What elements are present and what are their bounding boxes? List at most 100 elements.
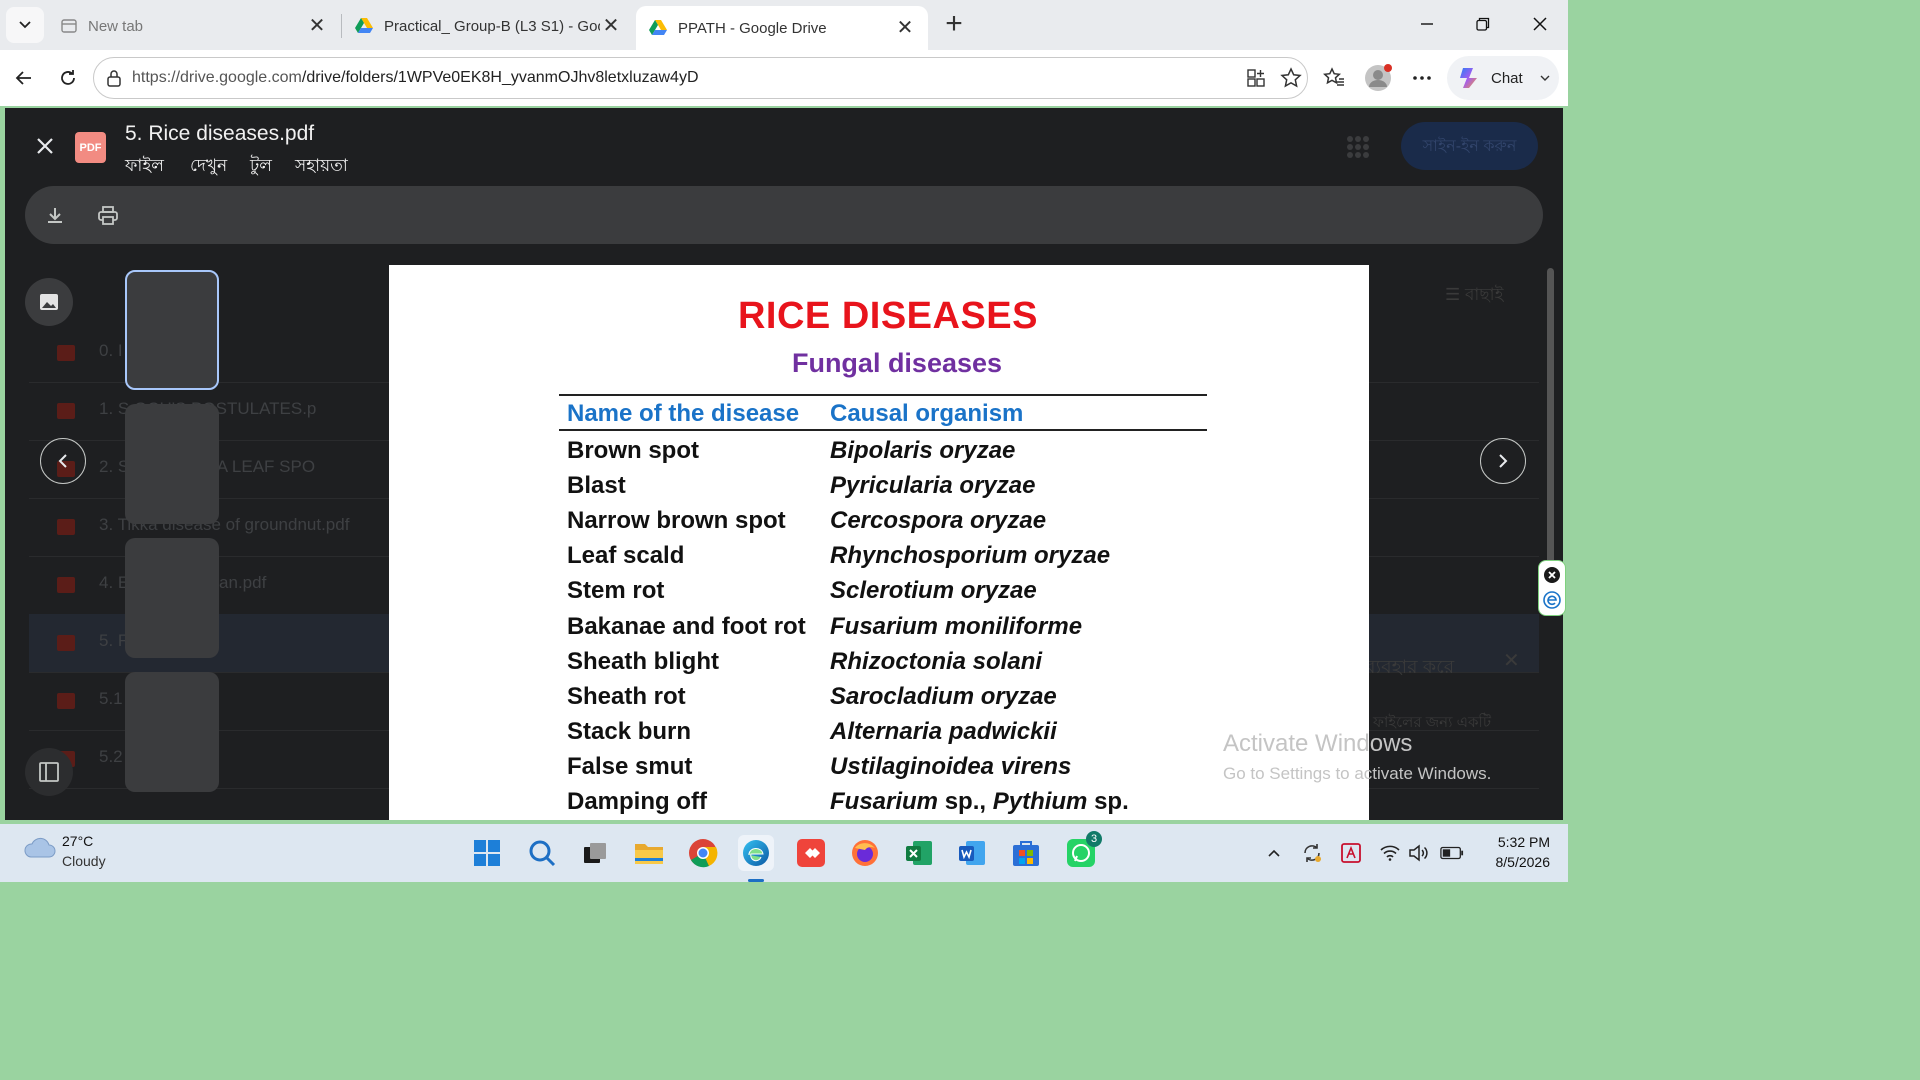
volume-button[interactable] <box>1407 841 1431 865</box>
restore-icon <box>1476 17 1490 31</box>
battery-button[interactable] <box>1440 841 1464 865</box>
task-view-icon <box>584 843 606 863</box>
pdf-file-icon <box>57 693 75 709</box>
file-explorer-button[interactable] <box>631 835 667 871</box>
notice-close-icon[interactable]: ✕ <box>1503 648 1520 673</box>
battery-icon <box>1440 846 1464 860</box>
favorites-button[interactable] <box>1318 62 1350 94</box>
watermark-text: Go to Settings to activate Windows. <box>1223 764 1492 783</box>
close-icon <box>37 138 53 154</box>
print-button[interactable] <box>96 204 120 228</box>
page-thumbnail-2[interactable] <box>125 404 219 524</box>
causal-organism: Rhynchosporium oryzae <box>830 542 1111 569</box>
remote-desktop-icon <box>797 839 825 867</box>
close-icon <box>1533 17 1547 31</box>
whatsapp-button[interactable]: 3 <box>1063 831 1102 871</box>
table-header-rule <box>559 429 1207 431</box>
previous-page-button[interactable] <box>40 438 86 484</box>
page-thumbnail-1[interactable] <box>125 270 219 390</box>
tab-search-button[interactable] <box>6 7 44 43</box>
firefox-button[interactable] <box>847 835 883 871</box>
toggle-thumbnails-button[interactable] <box>25 748 73 796</box>
page-thumbnail-3[interactable] <box>125 538 219 658</box>
refresh-button[interactable] <box>52 62 84 94</box>
sort-button[interactable]: ☰ বাছাই <box>1445 282 1503 310</box>
weather-temperature: 27°C <box>62 833 94 849</box>
close-tab-icon[interactable]: ✕ <box>600 16 622 36</box>
restore-button[interactable] <box>1463 10 1503 40</box>
image-icon <box>40 294 58 310</box>
excel-button[interactable] <box>901 835 937 871</box>
chrome-button[interactable] <box>685 835 721 871</box>
menu-file[interactable]: ফাইল <box>125 153 164 181</box>
tab-new-tab[interactable]: New tab ✕ <box>48 6 340 46</box>
activation-watermark: Activate Windows Go to Settings to activ… <box>1223 730 1491 784</box>
close-tab-icon[interactable]: ✕ <box>306 16 328 36</box>
favorites-star-icon <box>1323 67 1344 86</box>
app-grid-icon <box>1247 69 1265 87</box>
signin-button[interactable]: সাইন-ইন করুন <box>1401 122 1538 170</box>
pdf-reader-tray-button[interactable] <box>1339 841 1363 865</box>
slide-subtitle: Fungal diseases <box>791 348 1003 378</box>
download-button[interactable] <box>43 204 67 228</box>
back-button[interactable] <box>8 62 40 94</box>
causal-organism: Bipolaris oryzae <box>830 437 1016 464</box>
close-circle-icon[interactable] <box>1543 566 1561 584</box>
profile-button[interactable] <box>1362 62 1394 94</box>
image-view-button[interactable] <box>25 278 73 326</box>
notice-title: ব্যবহার করে <box>1365 657 1455 678</box>
column-header-disease: Name of the disease <box>567 400 800 427</box>
disease-name: Sheath blight <box>567 648 719 675</box>
favorite-button[interactable] <box>1275 62 1307 94</box>
edge-button[interactable] <box>738 835 774 882</box>
store-button[interactable] <box>1008 835 1044 871</box>
apps-grid-icon[interactable] <box>1347 136 1369 158</box>
side-panel-icon <box>39 762 59 782</box>
task-view-button[interactable] <box>577 835 613 871</box>
disease-name: Bakanae and foot rot <box>567 613 806 640</box>
disease-name: Blast <box>567 472 626 499</box>
close-tab-icon[interactable]: ✕ <box>894 18 916 38</box>
menu-help[interactable]: সহায়তা <box>295 153 348 181</box>
menu-view[interactable]: দেখুন <box>190 153 227 181</box>
more-menu-button[interactable] <box>1406 62 1438 94</box>
clock-time[interactable]: 5:32 PM <box>1470 834 1550 850</box>
pdf-viewer: 0. I 1. S OCH'S POSTULATES.p 2. S LTERNA… <box>5 108 1563 820</box>
close-viewer-button[interactable] <box>31 132 59 160</box>
download-icon <box>48 208 62 223</box>
edge-logo-icon[interactable] <box>1543 591 1561 609</box>
copilot-chat-button[interactable]: Chat <box>1447 56 1559 100</box>
wifi-button[interactable] <box>1378 841 1402 865</box>
tab-ppath-drive[interactable]: PPATH - Google Drive ✕ <box>636 6 928 50</box>
sync-tray-button[interactable] <box>1300 841 1324 865</box>
disease-name: Stack burn <box>567 718 692 745</box>
minimize-button[interactable] <box>1407 10 1447 40</box>
tab-practical-group[interactable]: Practical_ Group-B (L3 S1) - Google ✕ <box>342 6 634 46</box>
chevron-up-icon <box>1268 849 1280 857</box>
app-available-button[interactable] <box>1240 62 1272 94</box>
show-hidden-icons-button[interactable] <box>1262 841 1286 865</box>
pdf-file-icon <box>57 519 75 535</box>
anydesk-button[interactable] <box>793 835 829 871</box>
word-button[interactable] <box>954 835 990 871</box>
menu-tools[interactable]: টুল <box>250 153 272 181</box>
causal-organism: Sarocladium oryzae <box>830 683 1057 710</box>
address-bar[interactable]: https://drive.google.com/drive/folders/1… <box>93 57 1308 99</box>
start-button[interactable] <box>469 835 505 871</box>
cloud-icon[interactable] <box>22 833 56 861</box>
search-button[interactable] <box>524 835 560 871</box>
next-page-button[interactable] <box>1480 438 1526 484</box>
close-window-button[interactable] <box>1520 10 1560 40</box>
watermark-title: Activate Windows <box>1223 730 1413 757</box>
slide-title: RICE DISEASES <box>737 295 1039 337</box>
clock-date[interactable]: 8/5/2026 <box>1470 854 1551 870</box>
new-tab-button[interactable]: + <box>938 9 970 40</box>
chrome-icon <box>689 839 718 868</box>
url-text: https://drive.google.com/drive/folders/1… <box>132 69 699 87</box>
page-thumbnail-4[interactable] <box>125 672 219 792</box>
search-icon <box>529 840 556 867</box>
more-dots-icon <box>1413 76 1431 80</box>
viewer-scrollbar[interactable] <box>1547 268 1554 588</box>
pdf-file-icon <box>57 403 75 419</box>
disease-name: Leaf scald <box>567 542 685 569</box>
